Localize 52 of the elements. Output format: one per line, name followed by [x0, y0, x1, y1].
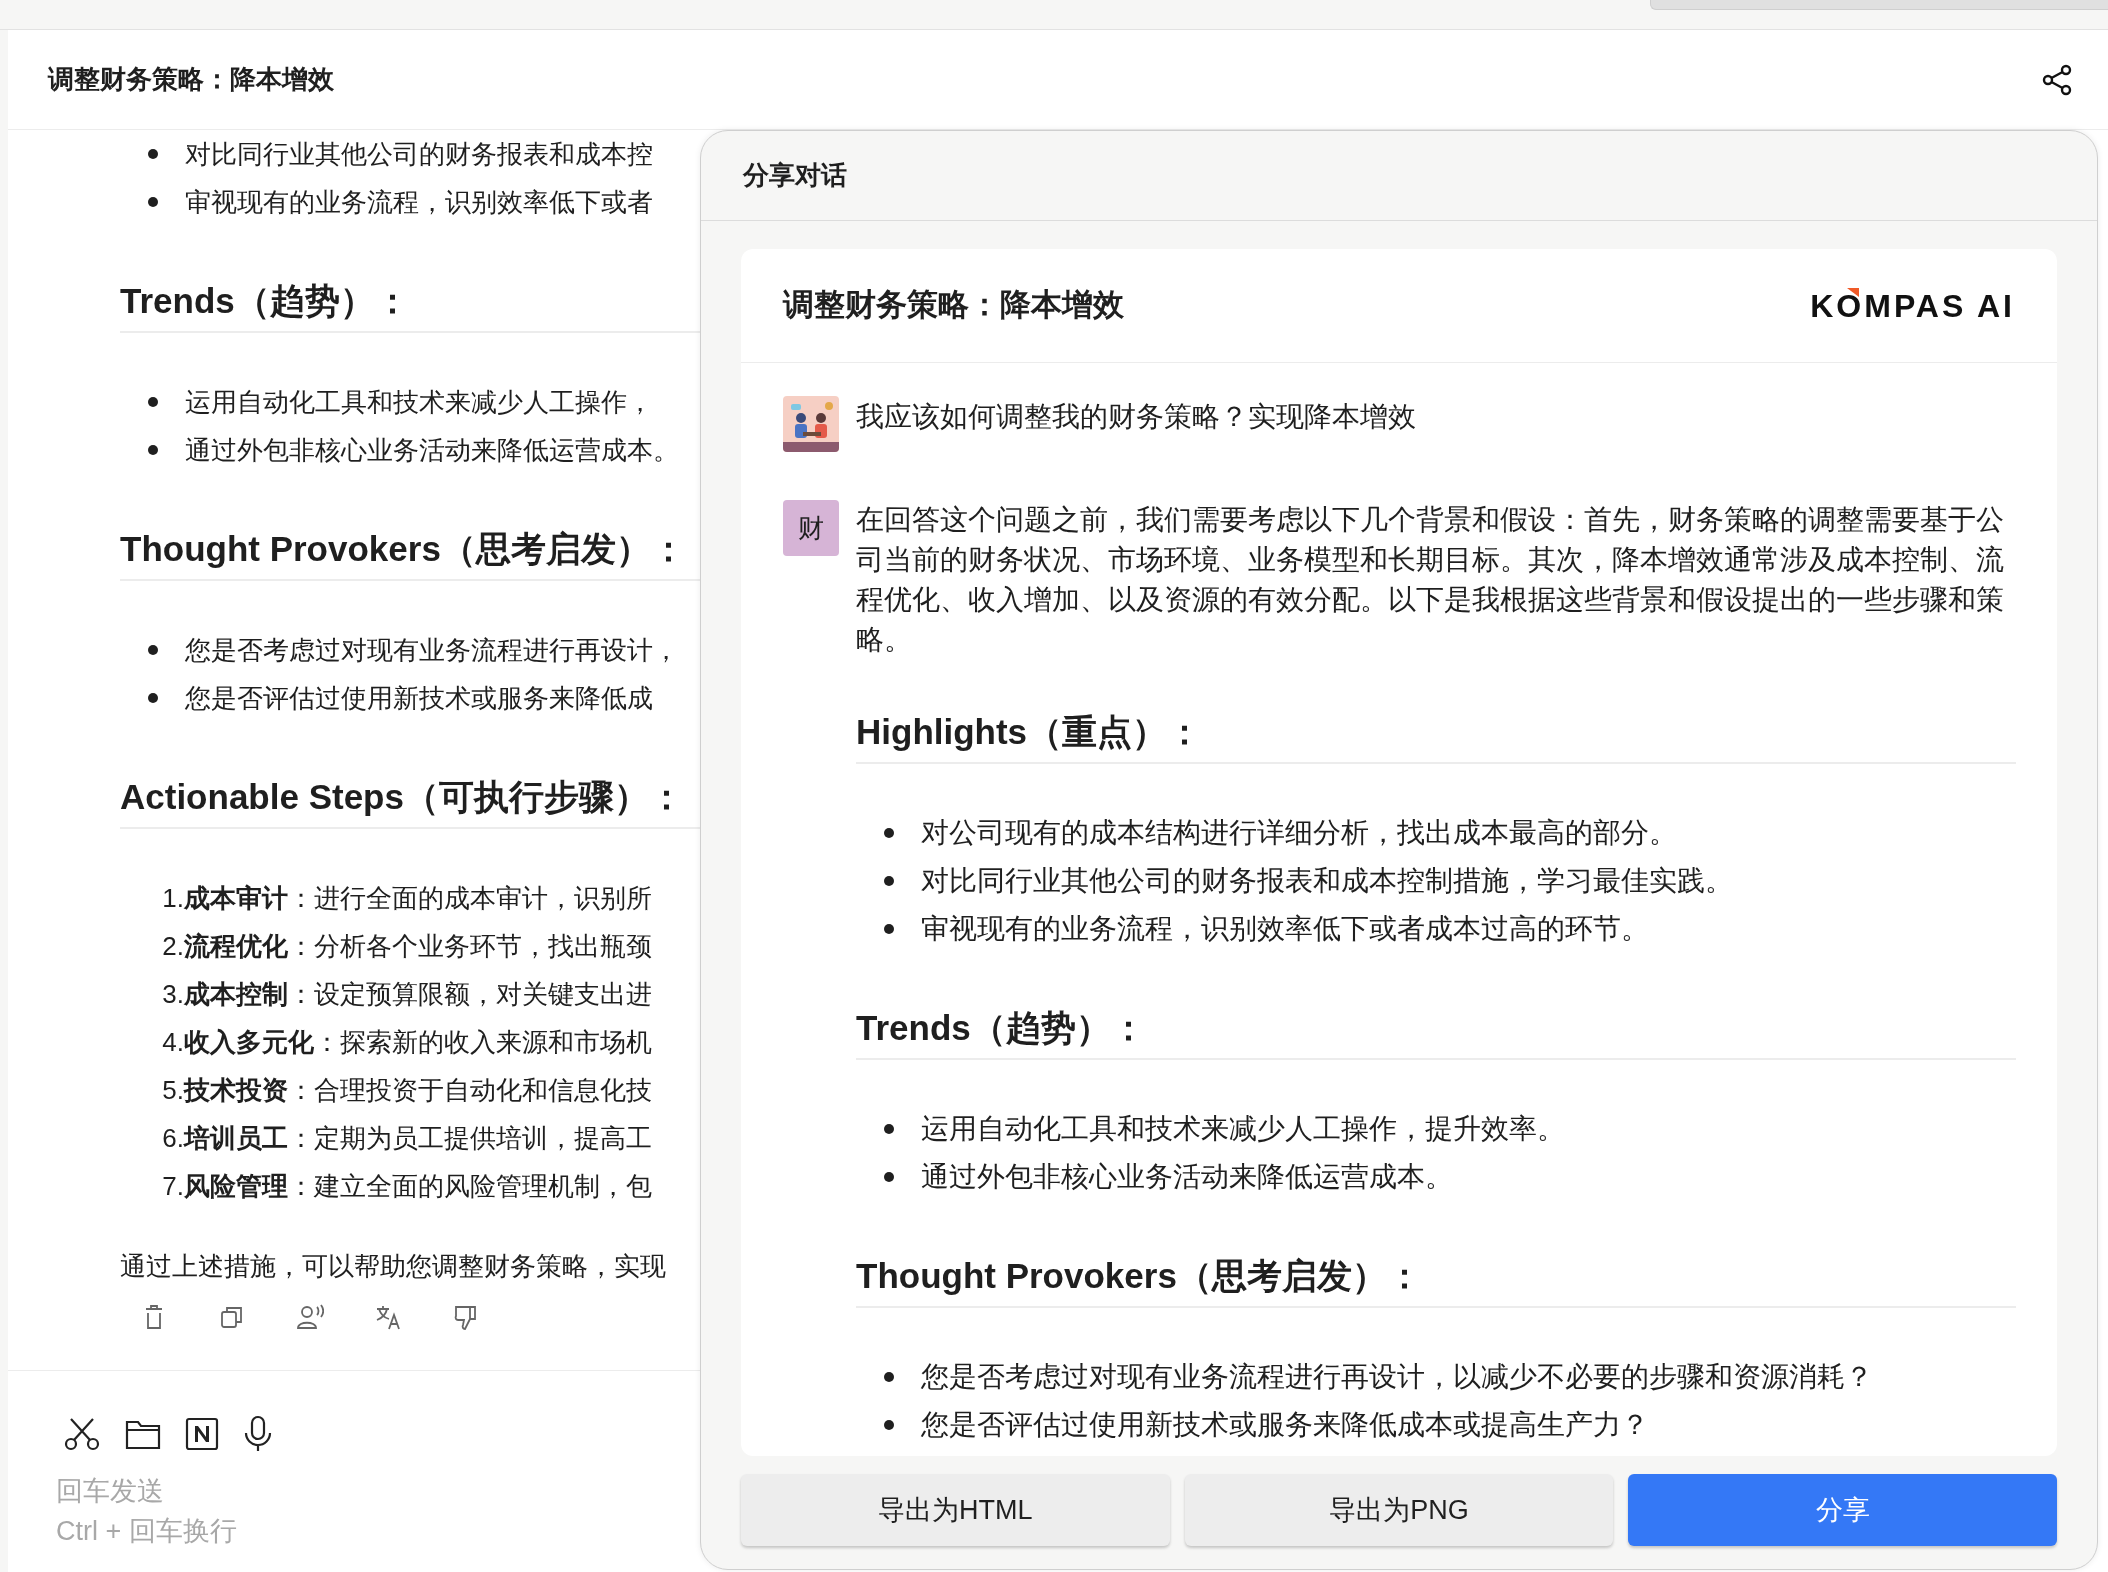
- step-text: 风险管理：建立全面的风险管理机制，包: [184, 1169, 652, 1203]
- list-number: 5.: [161, 1073, 184, 1107]
- section-heading: Thought Provokers（思考启发）：: [856, 1255, 1423, 1297]
- bullet-text: 您是否评估过使用新技术或服务来降低成本或提高生产力？: [921, 1408, 1649, 1442]
- list-number: 3.: [161, 977, 184, 1011]
- bullet-text: 对公司现有的成本结构进行详细分析，找出成本最高的部分。: [921, 816, 1677, 850]
- bullet-text: 您是否评估过使用新技术或服务来降低成: [185, 681, 653, 715]
- message-text: 我应该如何调整我的财务策略？实现降本增效: [856, 400, 1417, 434]
- bullet-text: 您是否考虑过对现有业务流程进行再设计，: [185, 633, 679, 667]
- step-text: 成本控制：设定预算限额，对关键支出进: [184, 977, 652, 1011]
- bullet-text: 通过外包非核心业务活动来降低运营成本。: [921, 1160, 1453, 1194]
- list-number: 1.: [161, 881, 184, 915]
- brand-logo: KOMPAS AI: [1810, 286, 2015, 326]
- section-heading: Highlights（重点）：: [856, 711, 1204, 753]
- bullet-text: 对比同行业其他公司的财务报表和成本控: [185, 137, 653, 171]
- section-heading: Thought Provokers（思考启发）：: [120, 528, 687, 570]
- bullet-text: 审视现有的业务流程，识别效率低下或者成本过高的环节。: [921, 912, 1649, 946]
- list-number: 4.: [161, 1025, 184, 1059]
- dialog-button[interactable]: 导出为HTML: [741, 1474, 1170, 1546]
- dialog-button[interactable]: 导出为PNG: [1184, 1474, 1614, 1546]
- paragraph-text: 通过上述措施，可以帮助您调整财务策略，实现: [120, 1251, 666, 1281]
- step-text: 培训员工：定期为员工提供培训，提高工: [184, 1121, 652, 1155]
- bullet-text: 审视现有的业务流程，识别效率低下或者: [185, 185, 653, 219]
- bullet-text: 对比同行业其他公司的财务报表和成本控制措施，学习最佳实践。: [921, 864, 1733, 898]
- bullet-text: 通过外包非核心业务活动来降低运营成本。: [185, 433, 679, 467]
- step-text: 流程优化：分析各个业务环节，找出瓶颈: [184, 929, 652, 963]
- section-heading: Actionable Steps（可执行步骤）：: [120, 776, 685, 818]
- message-text: 在回答这个问题之前，我们需要考虑以下几个背景和假设：首先，财务策略的调整需要基于公司当前的财务状况、市场环境、业务模型和长期目标。其次，降本增效通常涉及成本控制、流程优化、收入增加、以及资源的有效分配。以下是我根据这些背景和假设提出的一些步骤和策略。: [856, 503, 2005, 657]
- message-input[interactable]: 回车发送 Ctrl + 回车换行: [56, 1471, 656, 1555]
- translate-icon[interactable]: [374, 1303, 402, 1331]
- step-text: 成本审计：进行全面的成本审计，识别所: [184, 881, 652, 915]
- section-heading: Trends（趋势）：: [120, 280, 411, 322]
- share-icon[interactable]: [2042, 63, 2072, 96]
- microphone-icon[interactable]: [243, 1415, 273, 1453]
- list-number: 2.: [161, 929, 184, 963]
- notion-icon[interactable]: [185, 1417, 219, 1451]
- assistant-avatar: 财: [783, 500, 839, 556]
- bullet-text: 运用自动化工具和技术来减少人工操作，: [185, 385, 653, 419]
- step-text: 技术投资：合理投资于自动化和信息化技: [184, 1073, 652, 1107]
- section-heading: Trends（趋势）：: [856, 1007, 1147, 1049]
- bullet-text: 您是否考虑过对现有业务流程进行再设计，以减少不必要的步骤和资源消耗？: [921, 1360, 1873, 1394]
- card-title: 调整财务策略：降本增效: [783, 286, 1124, 325]
- dialog-button[interactable]: 分享: [1628, 1474, 2057, 1546]
- dialog-title: 分享对话: [743, 159, 847, 192]
- folder-icon[interactable]: [125, 1418, 161, 1450]
- step-text: 收入多元化：探索新的收入来源和市场机: [184, 1025, 652, 1059]
- bullet-text: 运用自动化工具和技术来减少人工操作，提升效率。: [921, 1112, 1565, 1146]
- list-number: 6.: [161, 1121, 184, 1155]
- voice-icon[interactable]: [296, 1303, 324, 1331]
- conversation-title: 调整财务策略：降本增效: [48, 63, 334, 96]
- list-number: 7.: [161, 1169, 184, 1203]
- scissors-icon[interactable]: [63, 1416, 101, 1452]
